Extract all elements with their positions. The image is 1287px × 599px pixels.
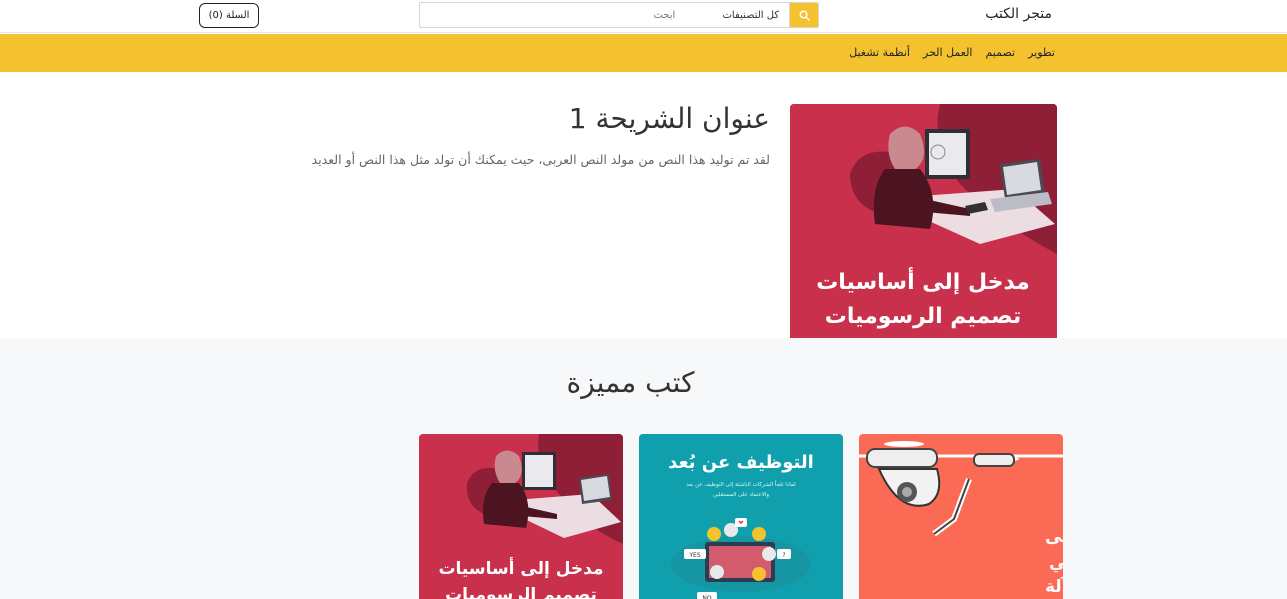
hero-title: عنوان الشريحة 1	[568, 102, 770, 135]
design-cover-line2: تصميم الرسوميات	[445, 585, 597, 599]
nav-item-freelance[interactable]: العمل الحر	[923, 34, 972, 72]
book-card-graphic-design[interactable]: مدخل إلى أساسيات تصميم الرسوميات	[419, 434, 623, 599]
remote-cover-title: التوظيف عن بُعد	[668, 452, 814, 473]
nav-item-operating-systems[interactable]: أنظمة تشغيل	[849, 34, 910, 72]
hero-cover-title-line2: تصميم الرسوميات	[825, 304, 1021, 329]
search-button[interactable]	[790, 3, 818, 27]
design-cover-line1: مدخل إلى أساسيات	[438, 557, 603, 579]
remote-cover-subtitle1: لماذا تلجأ الشركات الناشئة إلى التوظيف ع…	[686, 480, 796, 488]
featured-books-section: كتب مميزة مدخل إلى الذكاء الاصطناعي وتعل…	[0, 338, 1287, 599]
nav-item-design[interactable]: تصميم	[985, 34, 1015, 72]
tag-yes: YES	[688, 552, 700, 559]
search-icon	[799, 10, 810, 21]
ai-cover-line3: وتعلّم الآلة	[1045, 573, 1063, 597]
tag-no: NO	[702, 595, 711, 599]
ai-cover-line2: الذكاء الاصطناعي	[1049, 553, 1063, 573]
category-nav: تطوير تصميم العمل الحر أنظمة تشغيل	[0, 34, 1287, 72]
hero-description: لقد تم توليد هذا النص من مولد النص العرب…	[311, 152, 770, 167]
book-card-ai[interactable]: مدخل إلى الذكاء الاصطناعي وتعلّم الآلة	[859, 434, 1063, 599]
search-bar: كل التصنيفات	[419, 2, 819, 28]
featured-title: كتب مميزة	[566, 366, 695, 399]
hero-book-cover[interactable]: مدخل إلى أساسيات تصميم الرسوميات	[790, 104, 1057, 338]
hero-cover-title-line1: مدخل إلى أساسيات	[816, 266, 1030, 295]
top-header: متجر الكتب كل التصنيفات السلة (0)	[0, 0, 1287, 33]
category-select[interactable]: كل التصنيفات	[685, 3, 791, 27]
tag-question: ?	[782, 552, 785, 559]
hero-slider: مدخل إلى أساسيات تصميم الرسوميات عنوان ا…	[0, 72, 1287, 338]
remote-cover-subtitle2: والاعتماد على المستقلين	[713, 492, 769, 498]
cart-button[interactable]: السلة (0)	[199, 3, 259, 28]
ai-cover-line1: مدخل إلى	[1045, 527, 1063, 547]
brand-logo[interactable]: متجر الكتب	[985, 6, 1052, 22]
search-input[interactable]	[420, 3, 686, 27]
nav-item-development[interactable]: تطوير	[1028, 34, 1055, 72]
book-card-remote-hiring[interactable]: التوظيف عن بُعد لماذا تلجأ الشركات الناش…	[639, 434, 843, 599]
